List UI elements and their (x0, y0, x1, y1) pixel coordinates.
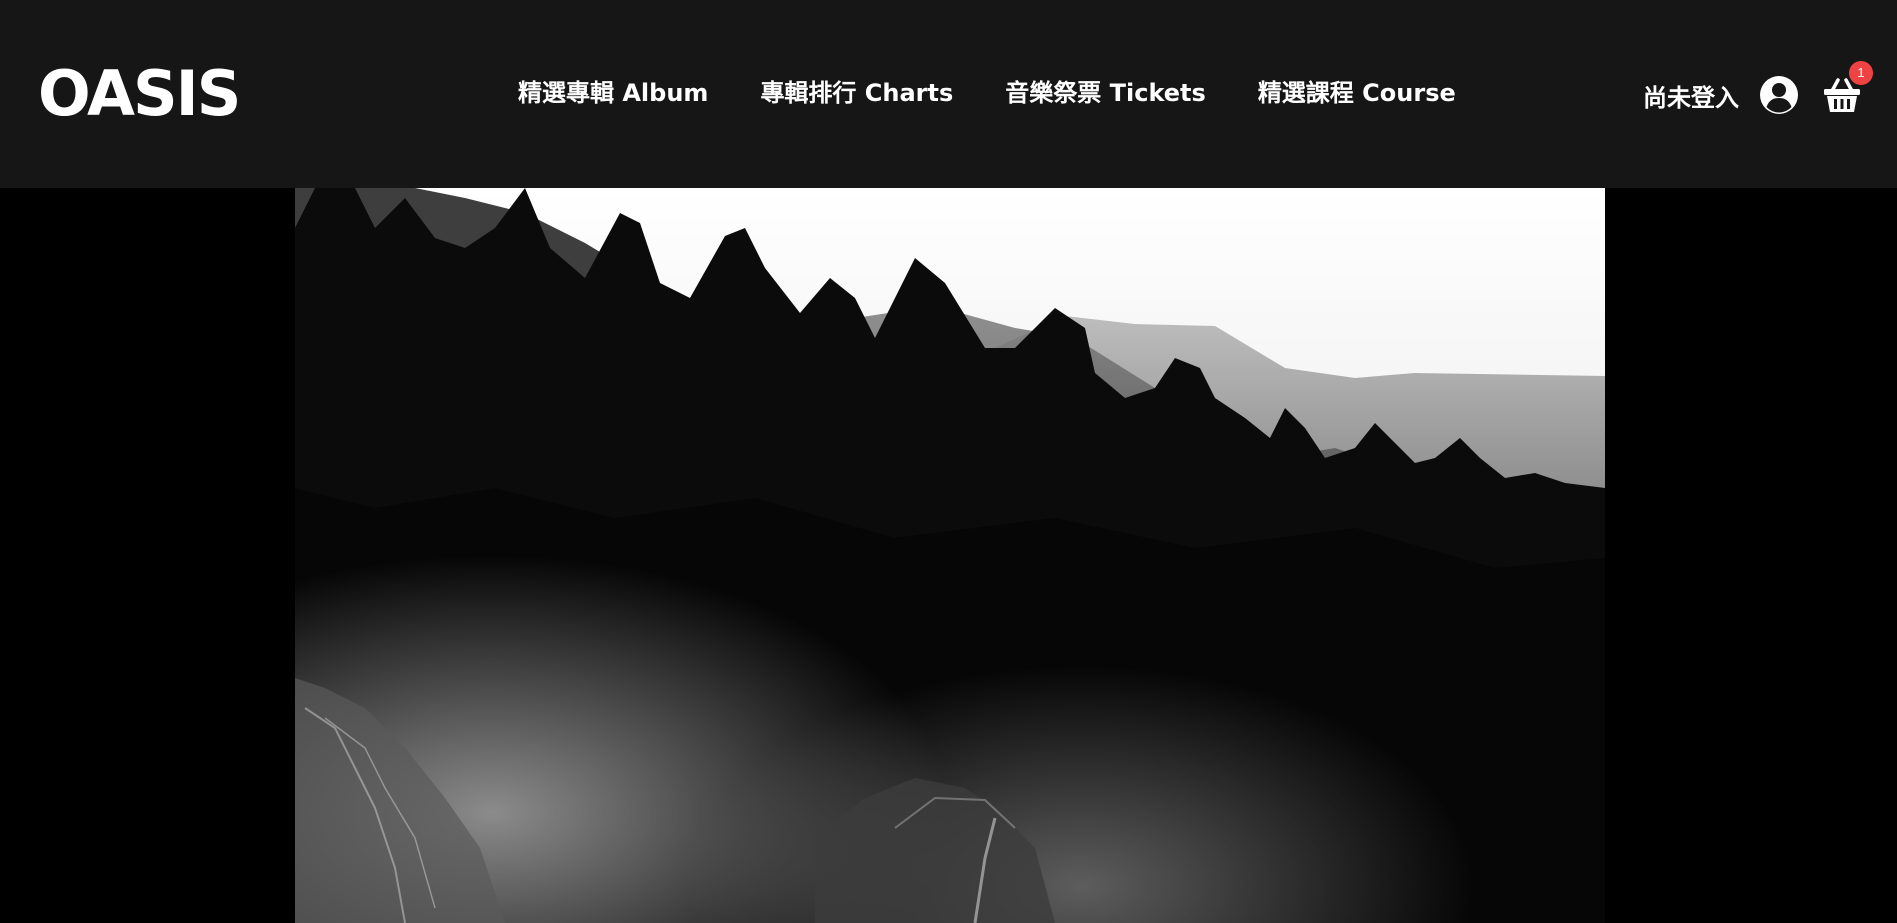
login-status[interactable]: 尚未登入 (1643, 78, 1739, 113)
main-nav: 精選專輯 Album 專輯排行 Charts 音樂祭票 Tickets 精選課程… (518, 76, 1456, 110)
hero-video[interactable] (295, 188, 1605, 923)
cart-button[interactable]: 1 (1823, 61, 1873, 115)
logo[interactable]: OASIS (38, 62, 241, 126)
nav-link-album[interactable]: 精選專輯 Album (518, 76, 708, 110)
nav-link-charts[interactable]: 專輯排行 Charts (760, 76, 953, 110)
nav-link-tickets[interactable]: 音樂祭票 Tickets (1005, 76, 1206, 110)
site-header: OASIS 精選專輯 Album 專輯排行 Charts 音樂祭票 Ticket… (0, 0, 1897, 188)
user-area: 尚未登入 1 (1643, 61, 1873, 118)
nav-link-course[interactable]: 精選課程 Course (1258, 76, 1456, 110)
user-circle-icon[interactable] (1759, 75, 1799, 115)
cart-count-badge: 1 (1849, 61, 1873, 85)
forest-scene-image (295, 188, 1605, 923)
